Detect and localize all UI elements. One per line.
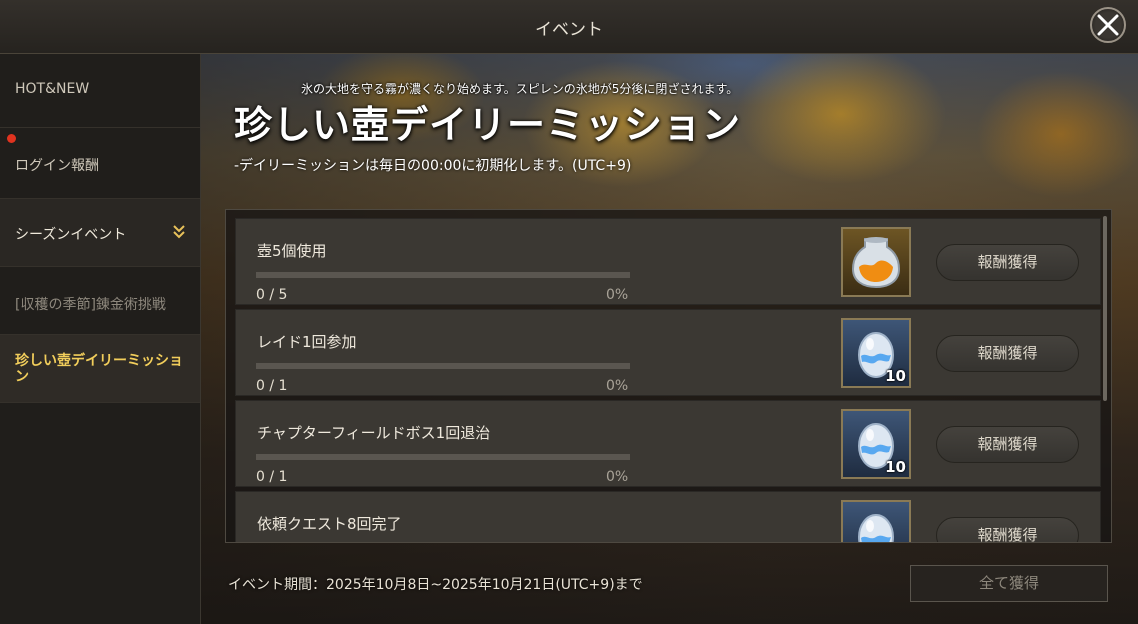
window-title: イベント [535, 20, 603, 40]
sidebar-item-login-reward[interactable]: ログイン報酬 [0, 128, 200, 199]
chevron-down-icon [173, 225, 185, 239]
sidebar-item-label: シーズンイベント [15, 227, 127, 243]
progress-count: 0 / 1 [256, 469, 288, 485]
sidebar-item-label: ログイン報酬 [15, 158, 99, 174]
reward-quantity: 10 [885, 367, 906, 385]
title-bar: イベント [0, 0, 1138, 54]
sidebar-item-hot-new[interactable]: HOT&NEW [0, 54, 200, 128]
scrollbar[interactable] [1103, 216, 1107, 401]
sidebar-item-label: 珍しい壺デイリーミッション [15, 353, 183, 385]
progress-percent: 0% [606, 378, 629, 394]
crystal-egg-icon [858, 514, 894, 542]
mission-name: チャプターフィールドボス1回退治 [257, 424, 491, 442]
progress-percent: 0% [606, 469, 629, 485]
mission-item: 依頼クエスト8回完了 報酬獲得 [235, 491, 1101, 542]
reset-note: -デイリーミッションは毎日の00:00に初期化します。(UTC+9) [234, 158, 632, 174]
progress-count: 0 / 5 [256, 287, 288, 303]
reward-quantity: 10 [885, 458, 906, 476]
reward-item[interactable]: 10 [841, 318, 911, 388]
sidebar-item-label: HOT&NEW [15, 81, 90, 97]
claim-reward-button[interactable]: 報酬獲得 [936, 335, 1079, 372]
claim-all-button[interactable]: 全て獲得 [910, 565, 1108, 602]
reward-item[interactable] [841, 227, 911, 297]
progress-bar [256, 454, 630, 460]
reward-item[interactable]: 10 [841, 409, 911, 479]
claim-reward-button[interactable]: 報酬獲得 [936, 244, 1079, 281]
close-button[interactable] [1090, 7, 1126, 43]
notification-dot [7, 134, 16, 143]
event-title: 珍しい壺デイリーミッション [234, 103, 742, 147]
mission-name: 壺5個使用 [257, 242, 327, 260]
mission-item: レイド1回参加 0 / 1 0% 10 報酬獲得 [235, 309, 1101, 396]
sidebar-item-alchemy-challenge[interactable]: [収穫の季節]錬金術挑戦 [0, 267, 200, 335]
event-content: 氷の大地を守る霧が濃くなり始めます。スピレンの氷地が5分後に閉ざされます。 珍し… [201, 54, 1138, 624]
mission-item: 壺5個使用 0 / 5 0% 報酬獲得 [235, 218, 1101, 305]
progress-count: 0 / 1 [256, 378, 288, 394]
sidebar-item-label: [収穫の季節]錬金術挑戦 [15, 297, 166, 313]
sidebar-item-season-event[interactable]: シーズンイベント [0, 199, 200, 267]
claim-reward-button[interactable]: 報酬獲得 [936, 517, 1079, 542]
mission-name: 依頼クエスト8回完了 [257, 515, 402, 533]
mission-item: チャプターフィールドボス1回退治 0 / 1 0% 10 報酬獲得 [235, 400, 1101, 487]
mission-list[interactable]: 壺5個使用 0 / 5 0% 報酬獲得 レイド1回参加 0 / 1 0% 10 … [225, 209, 1112, 543]
progress-bar [256, 272, 630, 278]
orange-jar-icon [851, 237, 901, 289]
progress-bar [256, 363, 630, 369]
progress-percent: 0% [606, 287, 629, 303]
claim-reward-button[interactable]: 報酬獲得 [936, 426, 1079, 463]
sidebar: HOT&NEW ログイン報酬 シーズンイベント [収穫の季節]錬金術挑戦 珍しい… [0, 54, 201, 624]
close-icon [1097, 14, 1119, 36]
sidebar-item-rare-jar-daily[interactable]: 珍しい壺デイリーミッション [0, 335, 200, 403]
event-period: イベント期間：2025年10月8日~2025年10月21日(UTC+9)まで [228, 577, 643, 593]
mission-name: レイド1回参加 [257, 333, 357, 351]
reward-item[interactable] [841, 500, 911, 542]
